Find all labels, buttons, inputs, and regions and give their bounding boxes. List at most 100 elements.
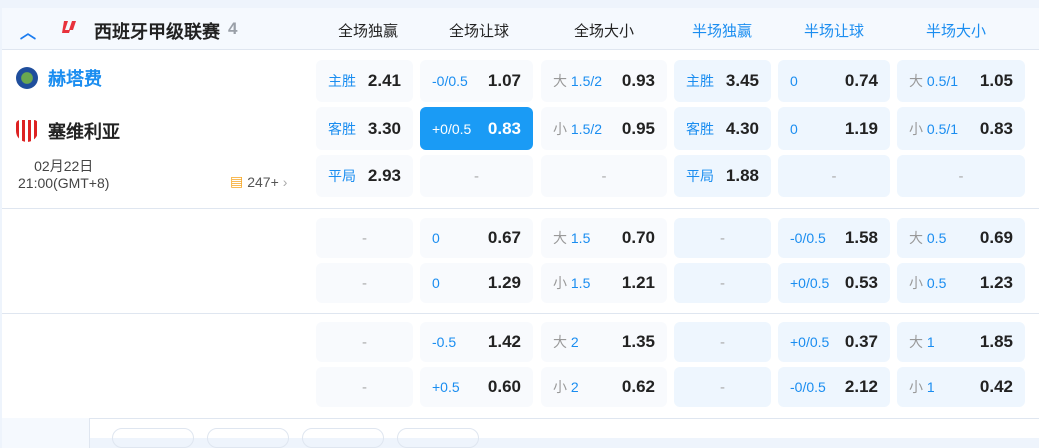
odds-value: 0.69 [979, 228, 1013, 247]
odds-cell[interactable]: -0/0.5 2.12 [778, 367, 890, 407]
line-value: 0 [432, 230, 440, 246]
odds-line: 小 0.5 [909, 273, 946, 293]
column-header: 全场独赢 [337, 23, 398, 40]
odds-cell[interactable]: 0 0.67 [420, 218, 533, 258]
odds-cell[interactable]: 主胜 2.41 [316, 60, 413, 102]
odds-value: 1.88 [725, 166, 759, 185]
odds-line: 小 0.5/1 [909, 119, 958, 139]
odds-cell-empty: - [420, 155, 533, 197]
odds-cell[interactable]: -0/0.5 1.07 [420, 60, 533, 102]
odds-cell[interactable]: 小 0.5/1 0.83 [897, 107, 1025, 150]
line-value: 客胜 [328, 120, 356, 137]
league-name[interactable]: 西班牙甲级联赛 [94, 18, 220, 44]
odds-value: 1.58 [844, 228, 878, 247]
odds-value: 1.35 [621, 332, 655, 351]
odds-value: 0.83 [979, 118, 1013, 138]
odds-value: 1.85 [979, 332, 1013, 351]
odds-line: +0.5 [432, 379, 460, 395]
home-team[interactable]: 赫塔费 [16, 65, 102, 91]
odds-cell[interactable]: 0 1.19 [778, 107, 890, 150]
line-value: 1.5/2 [570, 73, 603, 89]
odds-cell[interactable]: 小 1.5/2 0.95 [541, 107, 667, 150]
line-value: +0.5 [432, 379, 460, 395]
odds-cell-empty: - [897, 155, 1025, 197]
odds-value: 1.05 [979, 71, 1013, 90]
odds-cell[interactable]: 大 1 1.85 [897, 322, 1025, 362]
line-value: 0.5 [926, 275, 947, 291]
column-header: 半场独赢 [691, 23, 752, 40]
odds-value: 3.30 [367, 118, 401, 138]
line-value: -0/0.5 [790, 230, 826, 246]
odds-cell[interactable]: 平局 2.93 [316, 155, 413, 197]
odds-line: 大 0.5 [909, 228, 946, 248]
odds-line: +0/0.5 [432, 121, 471, 137]
odds-cell[interactable]: 小 1 0.42 [897, 367, 1025, 407]
line-value: 1 [926, 379, 935, 395]
league-header: ︿ 西班牙甲级联赛 4 全场独赢 全场让球 全场大小 半场独赢 半场让球 半场大小 [2, 8, 1039, 50]
divider [2, 313, 1039, 314]
line-value: 1.5/2 [570, 120, 603, 137]
line-value: +0/0.5 [432, 120, 472, 137]
match-time: 21:00(GMT+8) [18, 175, 110, 191]
line-value: -0.5 [432, 334, 457, 350]
filter-pill[interactable] [112, 428, 194, 448]
odds-cell[interactable]: +0/0.5 0.83 [420, 107, 533, 150]
odds-cell[interactable]: -0.5 1.42 [420, 322, 533, 362]
odds-line: 大 0.5/1 [909, 71, 958, 91]
odds-value: 2.12 [844, 377, 878, 396]
odds-cell[interactable]: 大 1.5/2 0.93 [541, 60, 667, 102]
markets-icon: ▤ [230, 173, 244, 189]
away-team[interactable]: 塞维利亚 [16, 118, 120, 144]
odds-cell[interactable]: +0/0.5 0.53 [778, 263, 890, 303]
odds-cell[interactable]: -0/0.5 1.58 [778, 218, 890, 258]
match-count: 4 [228, 19, 238, 38]
home-team-badge-icon [16, 67, 38, 89]
filter-pill[interactable] [207, 428, 289, 448]
odds-cell[interactable]: 小 2 0.62 [541, 367, 667, 407]
line-value: 0.5/1 [926, 120, 959, 137]
odds-value: 1.42 [487, 332, 521, 351]
line-value: 主胜 [686, 73, 714, 89]
odds-cell-empty: - [316, 218, 413, 258]
more-markets-link[interactable]: ▤ 247+ › [230, 173, 287, 190]
odds-cell-empty: - [674, 367, 771, 407]
odds-line: -0.5 [432, 334, 456, 350]
odds-line: 0 [790, 121, 798, 137]
odds-cell[interactable]: 大 1.5 0.70 [541, 218, 667, 258]
odds-cell[interactable]: 大 0.5/1 1.05 [897, 60, 1025, 102]
odds-cell[interactable]: 客胜 3.30 [316, 107, 413, 150]
odds-line: 主胜 [686, 71, 714, 91]
odds-cell-empty: - [316, 263, 413, 303]
odds-value: 0.42 [979, 377, 1013, 396]
odds-value: 1.29 [487, 273, 521, 292]
filter-pill[interactable] [397, 428, 479, 448]
odds-value: 1.21 [621, 273, 655, 292]
league-panel: ︿ 西班牙甲级联赛 4 全场独赢 全场让球 全场大小 半场独赢 半场让球 半场大小 赫塔费… [2, 8, 1039, 448]
chevron-up-icon[interactable]: ︿ [20, 19, 36, 43]
line-value: 1.5 [570, 230, 591, 246]
away-team-badge-icon [16, 120, 38, 142]
column-header: 全场大小 [573, 23, 634, 40]
odds-cell[interactable]: +0.5 0.60 [420, 367, 533, 407]
line-value: 0 [790, 73, 798, 89]
column-header: 半场让球 [803, 23, 864, 40]
chevron-right-icon: › [282, 173, 288, 190]
odds-line: 0 [432, 275, 440, 291]
odds-cell[interactable]: 大 2 1.35 [541, 322, 667, 362]
line-value: -0/0.5 [432, 73, 468, 89]
odds-cell[interactable]: 平局 1.88 [674, 155, 771, 197]
filter-pill[interactable] [302, 428, 384, 448]
odds-value: 0.70 [621, 228, 655, 247]
odds-cell[interactable]: 小 0.5 1.23 [897, 263, 1025, 303]
odds-cell[interactable]: 0 0.74 [778, 60, 890, 102]
odds-cell[interactable]: 0 1.29 [420, 263, 533, 303]
odds-value: 0.93 [621, 71, 655, 90]
line-value: 2 [570, 334, 579, 350]
odds-cell[interactable]: 小 1.5 1.21 [541, 263, 667, 303]
odds-cell[interactable]: 主胜 3.45 [674, 60, 771, 102]
odds-cell[interactable]: 大 0.5 0.69 [897, 218, 1025, 258]
odds-cell-empty: - [674, 322, 771, 362]
odds-cell[interactable]: +0/0.5 0.37 [778, 322, 890, 362]
line-value: 0 [432, 275, 440, 291]
odds-cell[interactable]: 客胜 4.30 [674, 107, 771, 150]
